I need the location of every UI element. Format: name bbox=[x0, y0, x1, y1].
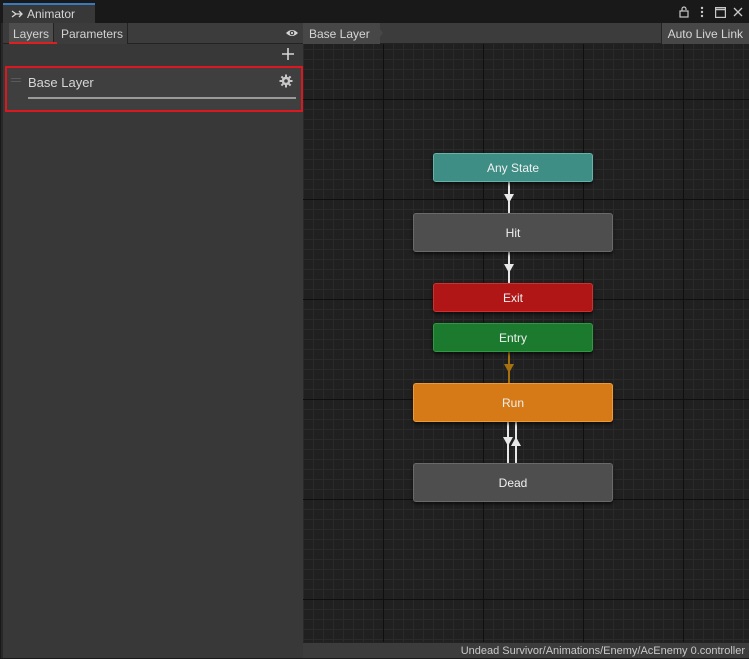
state-dead[interactable]: Dead bbox=[413, 463, 613, 502]
state-entry[interactable]: Entry bbox=[433, 323, 593, 352]
gear-icon[interactable] bbox=[279, 74, 293, 88]
state-any-state[interactable]: Any State bbox=[433, 153, 593, 182]
transition-arrow bbox=[504, 264, 514, 273]
layer-name: Base Layer bbox=[28, 75, 94, 90]
transition-arrow bbox=[504, 194, 514, 203]
status-bar: Undead Survivor/Animations/Enemy/AcEnemy… bbox=[303, 642, 749, 658]
transition-arrow bbox=[511, 437, 521, 446]
transition-arrow bbox=[504, 364, 514, 373]
plus-icon bbox=[282, 48, 294, 60]
animator-tab[interactable]: Animator bbox=[3, 3, 95, 23]
breadcrumb-arrow bbox=[375, 23, 383, 43]
controller-path: Undead Survivor/Animations/Enemy/AcEnemy… bbox=[460, 645, 745, 657]
panel-tabs: Layers Parameters bbox=[3, 23, 303, 44]
animator-window: Animator Layers Parameters Base Layer Ba… bbox=[0, 0, 749, 659]
animator-icon bbox=[11, 10, 23, 18]
auto-live-link-button[interactable]: Auto Live Link bbox=[660, 23, 749, 44]
window-buttons bbox=[678, 4, 744, 20]
state-machine-graph[interactable]: Base Layer Auto Live Link Any State Hit … bbox=[303, 23, 749, 658]
lock-icon[interactable] bbox=[678, 5, 690, 19]
layer-weight-slider[interactable] bbox=[28, 97, 296, 99]
breadcrumb[interactable]: Base Layer bbox=[303, 23, 380, 44]
maximize-icon[interactable] bbox=[714, 5, 726, 19]
layer-row-base[interactable]: Base Layer bbox=[5, 66, 303, 112]
add-layer-button[interactable] bbox=[281, 47, 295, 61]
animator-tab-label: Animator bbox=[27, 7, 76, 21]
layers-panel: Layers Parameters Base Layer bbox=[3, 23, 303, 658]
tab-layers[interactable]: Layers bbox=[9, 23, 55, 44]
drag-handle-icon[interactable] bbox=[11, 78, 21, 82]
tab-parameters[interactable]: Parameters bbox=[57, 23, 129, 44]
graph-toolbar: Base Layer Auto Live Link bbox=[303, 23, 749, 44]
graph-grid[interactable]: Any State Hit Exit Entry Run Dead bbox=[303, 44, 749, 642]
eye-icon[interactable] bbox=[285, 27, 299, 39]
transition-arrow bbox=[503, 437, 513, 446]
close-icon[interactable] bbox=[732, 5, 744, 19]
active-tab-underline bbox=[9, 42, 57, 44]
more-icon[interactable] bbox=[696, 5, 708, 19]
state-exit[interactable]: Exit bbox=[433, 283, 593, 312]
state-run[interactable]: Run bbox=[413, 383, 613, 422]
state-hit[interactable]: Hit bbox=[413, 213, 613, 252]
title-bar: Animator bbox=[1, 1, 749, 23]
